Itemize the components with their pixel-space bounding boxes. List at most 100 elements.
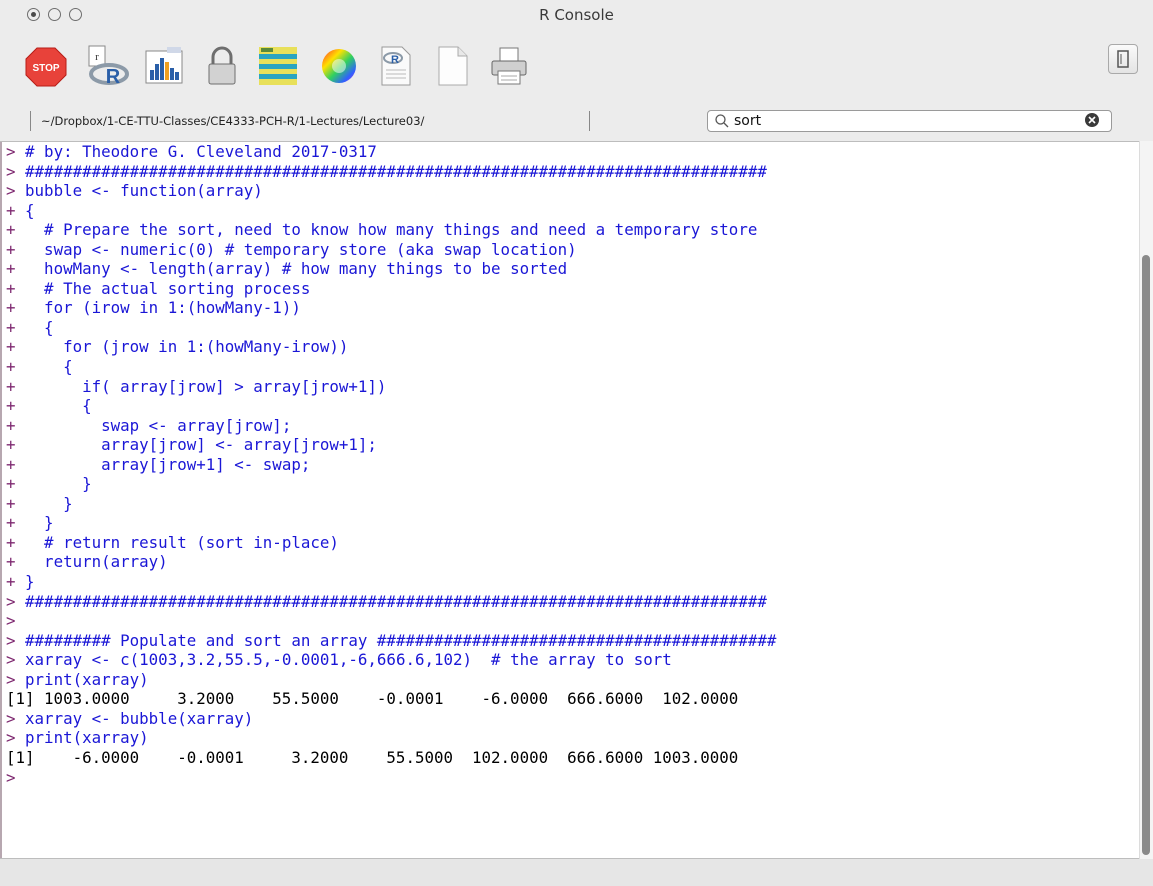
console-line: + howMany <- length(array) # how many th… [6, 259, 776, 279]
clear-search-icon[interactable] [1084, 112, 1100, 128]
color-picker-button[interactable] [317, 44, 361, 88]
drawer-icon [1117, 50, 1129, 68]
console-line: + array[jrow+1] <- swap; [6, 455, 776, 475]
console-line: > ######################################… [6, 592, 776, 612]
console-prompt: + [6, 552, 26, 572]
console-prompt: + [6, 572, 26, 592]
console-prompt: + [6, 415, 26, 435]
svg-text:r: r [95, 51, 99, 63]
lock-button[interactable] [200, 44, 244, 88]
console-prompt: + [6, 317, 26, 337]
console-line: > print(xarray) [6, 670, 776, 690]
console-line: + } [6, 474, 776, 494]
data-editor-button[interactable] [256, 44, 300, 88]
console-input-text: } [25, 493, 73, 513]
toggle-drawer-button[interactable] [1108, 44, 1138, 74]
color-wheel-icon [322, 49, 356, 83]
console-prompt: > [6, 161, 26, 181]
console-input-text: xarray <- bubble(xarray) [25, 708, 254, 728]
console-prompt: + [6, 259, 26, 279]
status-bar [0, 859, 1153, 886]
console-input-text: xarray <- c(1003,3.2,55.5,-0.0001,-6,666… [25, 650, 672, 670]
console-line: > xarray <- c(1003,3.2,55.5,-0.0001,-6,6… [6, 650, 776, 670]
path-bar: ~/Dropbox/1-CE-TTU-Classes/CE4333-PCH-R/… [0, 108, 1153, 140]
console-line: + swap <- array[jrow]; [6, 416, 776, 436]
console-line: + { [6, 318, 776, 338]
stop-button[interactable]: STOP [24, 44, 68, 88]
console-prompt: + [6, 357, 26, 377]
console-input-text: } [25, 474, 92, 494]
console-line: + # Prepare the sort, need to know how m… [6, 220, 776, 240]
console-input-text: # Prepare the sort, need to know how man… [25, 220, 758, 240]
lock-icon [208, 46, 236, 85]
window-title: R Console [539, 6, 614, 24]
console-prompt: + [6, 220, 26, 240]
console-input-text: } [25, 513, 54, 533]
console-line: > print(xarray) [6, 728, 776, 748]
scrollbar-thumb[interactable] [1142, 255, 1150, 855]
console-line: > ######### Populate and sort an array #… [6, 631, 776, 651]
console-input-text: ######### Populate and sort an array ###… [25, 630, 777, 650]
console-input-text: return(array) [25, 552, 168, 572]
svg-text:R: R [106, 66, 121, 88]
console-line: + } [6, 513, 776, 533]
r-script-icon: R [381, 46, 411, 86]
console-line: [1] -6.0000 -0.0001 3.2000 55.5000 102.0… [6, 748, 776, 768]
console-line: + # return result (sort in-place) [6, 533, 776, 553]
console-output[interactable]: > # by: Theodore G. Cleveland 2017-0317 >… [0, 141, 1139, 859]
console-prompt: + [6, 298, 26, 318]
search-box[interactable] [707, 110, 1112, 132]
console-input-text: print(xarray) [25, 728, 149, 748]
console-input-text: } [25, 572, 35, 592]
console-line: + if( array[jrow] > array[jrow+1]) [6, 377, 776, 397]
working-directory-path[interactable]: ~/Dropbox/1-CE-TTU-Classes/CE4333-PCH-R/… [30, 111, 590, 131]
console-input-text: bubble <- function(array) [25, 181, 263, 201]
console-input-text: array[jrow+1] <- swap; [25, 454, 311, 474]
console-input-text: # by: Theodore G. Cleveland 2017-0317 [25, 142, 377, 161]
console-line: > bubble <- function(array) [6, 181, 776, 201]
console-input-text: { [25, 317, 54, 337]
console-prompt: > [6, 767, 16, 787]
console-prompt: + [6, 337, 26, 357]
console-input-text: array[jrow] <- array[jrow+1]; [25, 435, 377, 455]
console-line: > [6, 768, 776, 788]
console-prompt: + [6, 396, 26, 416]
console-prompt: > [6, 611, 16, 631]
console-left-border [0, 142, 2, 858]
console-prompt: > [6, 181, 26, 201]
print-button[interactable] [487, 44, 531, 88]
quartz-plot-button[interactable] [143, 44, 187, 88]
console-input-text: { [25, 200, 35, 220]
console-input-text: howMany <- length(array) # how many thin… [25, 259, 568, 279]
console-input-text: for (jrow in 1:(howMany-irow)) [25, 337, 349, 357]
console-prompt: > [6, 142, 26, 161]
console-prompt: > [6, 669, 26, 689]
console-line: > ######################################… [6, 162, 776, 182]
open-script-button[interactable]: R [373, 44, 417, 88]
source-script-button[interactable]: r R [83, 44, 129, 88]
console-line: + array[jrow] <- array[jrow+1]; [6, 435, 776, 455]
console-prompt: + [6, 376, 26, 396]
data-editor-icon [259, 47, 297, 85]
new-document-icon [438, 46, 468, 86]
console-prompt: + [6, 454, 26, 474]
console-prompt: + [6, 474, 26, 494]
console-output-text: [1] -6.0000 -0.0001 3.2000 55.5000 102.0… [6, 747, 739, 767]
new-document-button[interactable] [430, 44, 474, 88]
console-prompt: + [6, 513, 26, 533]
console-prompt: + [6, 493, 26, 513]
stop-icon: STOP [25, 47, 67, 87]
console-line: > [6, 611, 776, 631]
console-line: + for (jrow in 1:(howMany-irow)) [6, 337, 776, 357]
console-prompt: > [6, 650, 26, 670]
console-input-text: { [25, 357, 73, 377]
title-bar: R Console [0, 0, 1153, 30]
r-console-window: R Console STOP r R R ~/Dropbox/1-CE-TTU-… [0, 0, 1153, 886]
console-input-text: for (irow in 1:(howMany-1)) [25, 298, 301, 318]
search-icon [715, 114, 729, 128]
search-input[interactable] [734, 112, 1074, 130]
console-input-text: ########################################… [25, 591, 767, 611]
console-prompt: + [6, 200, 26, 220]
console-prompt: > [6, 591, 26, 611]
console-line: + { [6, 201, 776, 221]
